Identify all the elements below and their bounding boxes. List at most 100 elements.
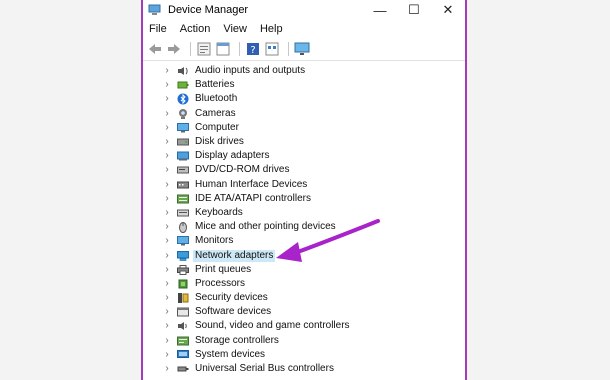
monitor-icon[interactable] xyxy=(294,41,310,57)
tree-node-processor[interactable]: › Processors xyxy=(143,277,465,291)
monitor-icon xyxy=(177,236,189,246)
device-manager-icon xyxy=(148,4,162,16)
tree-node-label: System devices xyxy=(195,348,266,360)
expand-chevron-icon[interactable]: › xyxy=(163,250,171,261)
tree-node-label: Universal Serial Bus controllers xyxy=(195,363,334,375)
network-icon xyxy=(177,250,189,261)
expand-chevron-icon[interactable]: › xyxy=(163,307,171,317)
storage-icon xyxy=(177,336,189,346)
expand-chevron-icon[interactable]: › xyxy=(163,151,171,161)
tree-node-ide[interactable]: › IDE ATA/ATAPI controllers xyxy=(143,192,465,206)
tree-node-label: Security devices xyxy=(195,292,268,304)
minimize-button[interactable]: — xyxy=(363,0,397,20)
sound-icon xyxy=(177,321,189,331)
tree-node-computer[interactable]: › Computer xyxy=(143,121,465,135)
annotation-arrow xyxy=(276,219,380,262)
tree-node-label: Cameras xyxy=(195,107,236,119)
ide-icon xyxy=(177,194,189,204)
tree-node-label: Human Interface Devices xyxy=(195,178,308,190)
tree-node-label: Display adapters xyxy=(195,150,270,162)
security-icon xyxy=(177,293,189,304)
menu-view[interactable]: View xyxy=(223,23,247,35)
tree-node-label: Sound, video and game controllers xyxy=(195,320,350,332)
tree-node-disk[interactable]: › Disk drives xyxy=(143,135,465,149)
expand-chevron-icon[interactable]: › xyxy=(163,108,171,119)
expand-chevron-icon[interactable]: › xyxy=(163,80,171,90)
tree-node-label: Batteries xyxy=(195,79,235,91)
expand-chevron-icon[interactable]: › xyxy=(163,264,171,275)
tree-node-label: Keyboards xyxy=(195,206,243,218)
console-icon[interactable] xyxy=(215,41,231,57)
view-icon[interactable] xyxy=(264,41,280,57)
window-controls: — ☐ ✕ xyxy=(363,0,465,20)
expand-chevron-icon[interactable]: › xyxy=(163,94,171,104)
expand-chevron-icon[interactable]: › xyxy=(163,137,171,147)
menu-action[interactable]: Action xyxy=(180,23,211,35)
tree-node-storage[interactable]: › Storage controllers xyxy=(143,334,465,348)
system-icon xyxy=(177,349,189,360)
tree-node-label: Storage controllers xyxy=(195,334,279,346)
window-title: Device Manager xyxy=(168,4,249,16)
expand-chevron-icon[interactable]: › xyxy=(163,179,171,190)
tree-node-hid[interactable]: › Human Interface Devices xyxy=(143,178,465,192)
disk-icon xyxy=(177,137,189,147)
toolbar: ? xyxy=(143,38,465,61)
tree-node-usb[interactable]: › Universal Serial Bus controllers xyxy=(143,362,465,376)
display-adapter-icon xyxy=(177,151,189,161)
expand-chevron-icon[interactable]: › xyxy=(163,222,171,232)
tree-node-label: Audio inputs and outputs xyxy=(195,65,306,77)
expand-chevron-icon[interactable]: › xyxy=(163,193,171,204)
expand-chevron-icon[interactable]: › xyxy=(163,236,171,246)
maximize-button[interactable]: ☐ xyxy=(397,0,431,20)
tree-node-software[interactable]: › Software devices xyxy=(143,305,465,319)
mouse-icon xyxy=(177,222,189,234)
tree-node-system[interactable]: › System devices xyxy=(143,348,465,362)
expand-chevron-icon[interactable]: › xyxy=(163,349,171,360)
menu-bar: File Action View Help xyxy=(143,20,465,38)
menu-file[interactable]: File xyxy=(149,23,167,35)
forward-icon[interactable] xyxy=(166,41,182,57)
tree-node-label: DVD/CD-ROM drives xyxy=(195,164,290,176)
tree-node-label: Disk drives xyxy=(195,136,244,148)
tree-node-label: Bluetooth xyxy=(195,93,238,105)
tree-node-battery[interactable]: › Batteries xyxy=(143,78,465,92)
expand-chevron-icon[interactable]: › xyxy=(163,66,171,76)
tree-node-bluetooth[interactable]: › Bluetooth xyxy=(143,92,465,106)
title-bar: Device Manager — ☐ ✕ xyxy=(143,0,465,20)
svg-text:?: ? xyxy=(250,45,255,56)
properties-icon[interactable] xyxy=(196,41,212,57)
processor-icon xyxy=(177,279,189,289)
tree-node-label: Print queues xyxy=(195,263,252,275)
expand-chevron-icon[interactable]: › xyxy=(163,165,171,175)
tree-node-security[interactable]: › Security devices xyxy=(143,291,465,305)
printer-icon xyxy=(177,264,189,275)
close-button[interactable]: ✕ xyxy=(431,0,465,20)
expand-chevron-icon[interactable]: › xyxy=(163,278,171,289)
toolbar-separator xyxy=(190,42,191,56)
tree-node-label: Computer xyxy=(195,121,239,133)
speaker-icon xyxy=(177,66,189,76)
expand-chevron-icon[interactable]: › xyxy=(163,293,171,303)
toolbar-separator xyxy=(239,42,240,56)
tree-node-speaker[interactable]: › Audio inputs and outputs xyxy=(143,64,465,78)
tree-node-label: IDE ATA/ATAPI controllers xyxy=(195,192,311,204)
back-icon[interactable] xyxy=(147,41,163,57)
tree-node-label: Software devices xyxy=(195,306,272,318)
computer-icon xyxy=(177,122,189,133)
tree-node-camera[interactable]: › Cameras xyxy=(143,107,465,121)
menu-help[interactable]: Help xyxy=(260,23,283,35)
expand-chevron-icon[interactable]: › xyxy=(163,335,171,346)
tree-node-dvd[interactable]: › DVD/CD-ROM drives xyxy=(143,163,465,177)
tree-node-display-adapter[interactable]: › Display adapters xyxy=(143,149,465,163)
device-manager-window: Device Manager — ☐ ✕ File Action View He… xyxy=(141,0,467,380)
expand-chevron-icon[interactable]: › xyxy=(163,321,171,331)
tree-node-sound[interactable]: › Sound, video and game controllers xyxy=(143,319,465,333)
camera-icon xyxy=(177,108,189,119)
bluetooth-icon xyxy=(177,93,189,105)
expand-chevron-icon[interactable]: › xyxy=(163,207,171,218)
keyboard-icon xyxy=(177,208,189,218)
hid-icon xyxy=(177,180,189,190)
expand-chevron-icon[interactable]: › xyxy=(163,122,171,133)
help-icon[interactable]: ? xyxy=(245,41,261,57)
expand-chevron-icon[interactable]: › xyxy=(163,364,171,374)
